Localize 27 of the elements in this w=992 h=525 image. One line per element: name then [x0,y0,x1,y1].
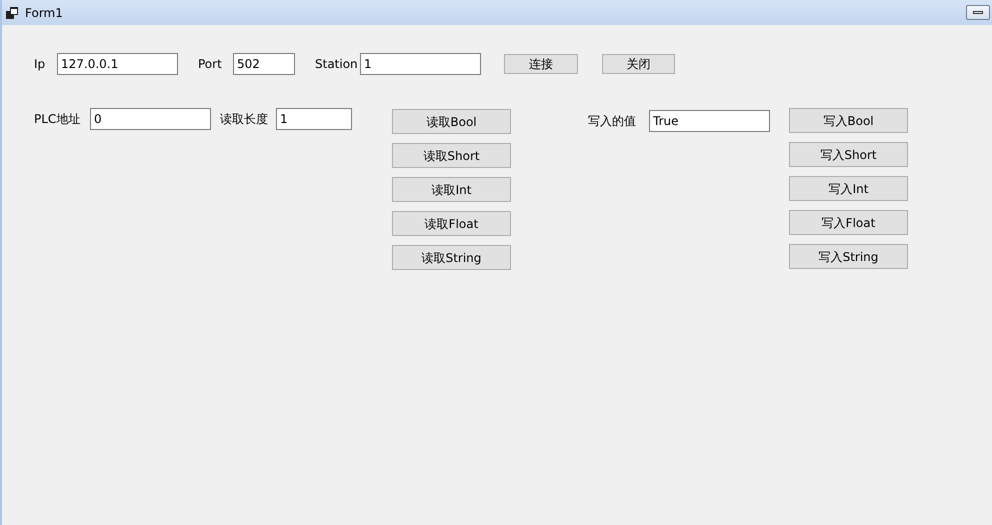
action-button[interactable]: 写入String [789,244,908,269]
action-button[interactable]: 读取String [392,245,511,270]
action-button[interactable]: 读取Short [392,143,511,168]
action-button[interactable]: 连接 [504,54,578,74]
field-label: Port [198,56,222,73]
field-label: 写入的值 [588,113,636,130]
input-field[interactable]: True [649,110,770,132]
action-button[interactable]: 读取Float [392,211,511,236]
minimize-button[interactable] [966,5,990,20]
input-field[interactable]: 1 [360,53,481,75]
input-field[interactable]: 1 [276,108,352,130]
field-label: PLC地址 [34,111,80,128]
window-title: Form1 [25,4,63,22]
input-field[interactable]: 127.0.0.1 [57,53,178,75]
action-button[interactable]: 写入Int [789,176,908,201]
field-label: Station [315,56,358,73]
field-label: 读取长度 [220,111,268,128]
input-field[interactable]: 0 [90,108,211,130]
action-button[interactable]: 写入Short [789,142,908,167]
field-label: Ip [34,56,46,73]
input-field[interactable]: 502 [233,53,295,75]
action-button[interactable]: 读取Int [392,177,511,202]
window-icon [6,6,18,18]
action-button[interactable]: 读取Bool [392,109,511,134]
action-button[interactable]: 写入Bool [789,108,908,133]
action-button[interactable]: 写入Float [789,210,908,235]
action-button[interactable]: 关闭 [602,54,675,74]
